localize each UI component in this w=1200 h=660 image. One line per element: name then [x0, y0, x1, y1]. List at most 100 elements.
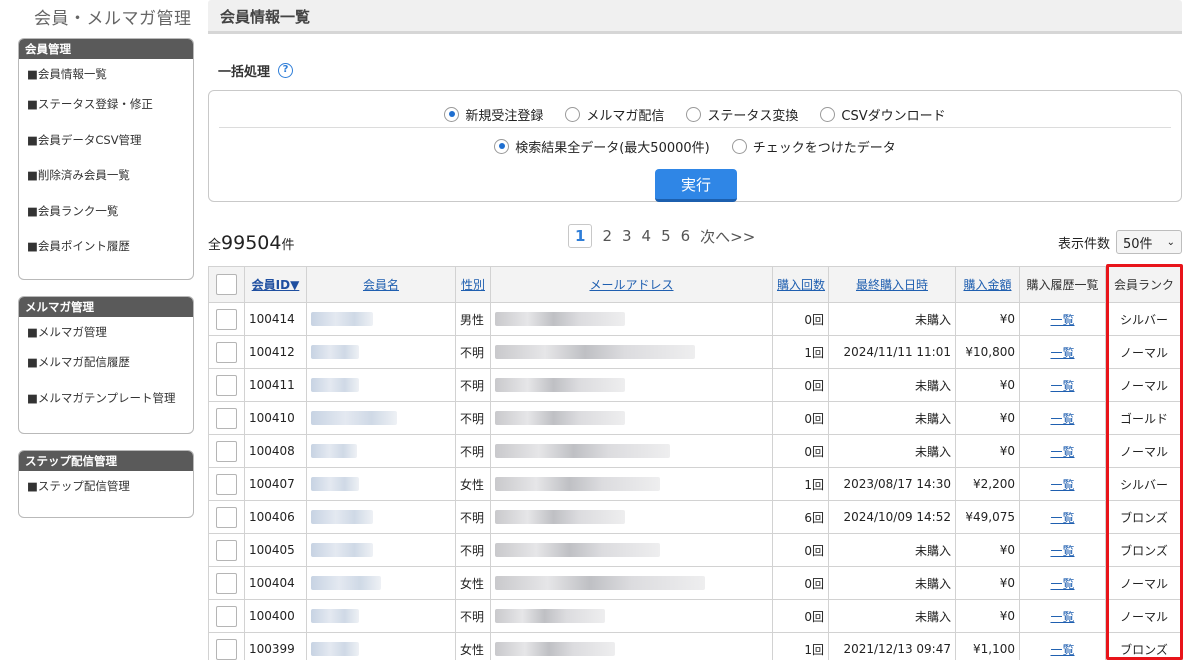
page-next[interactable]: 次へ>> [700, 226, 755, 247]
bulk-label-text: 一括処理 [218, 64, 271, 80]
cell-member-name [306, 302, 456, 336]
row-checkbox-cell [208, 500, 245, 534]
row-checkbox[interactable] [216, 572, 237, 594]
row-checkbox[interactable] [216, 308, 237, 330]
redacted-name [311, 576, 381, 591]
radio-dot[interactable] [686, 106, 702, 122]
col-header-link[interactable]: 性別 [461, 278, 485, 292]
row-checkbox[interactable] [216, 374, 237, 396]
sidebar-item-mailmag[interactable]: ■メルマガ管理 [19, 317, 193, 345]
cell-last-purchase: 2024/11/11 11:01 [828, 335, 956, 369]
radio-dot[interactable] [820, 106, 836, 122]
row-checkbox[interactable] [216, 341, 237, 363]
cell-history: 一覧 [1019, 566, 1106, 600]
cell-amount: ¥2,200 [955, 467, 1020, 501]
cell-rank: ノーマル [1105, 566, 1183, 600]
radio-checked[interactable]: チェックをつけたデータ [731, 137, 896, 156]
cell-gender: 不明 [455, 368, 491, 402]
cell-member-name [306, 533, 456, 567]
page-link[interactable]: 4 [642, 227, 652, 245]
col-gender[interactable]: 性別 [455, 266, 491, 303]
sidebar-item-rank[interactable]: ■会員ランク一覧 [19, 194, 193, 230]
row-checkbox[interactable] [216, 605, 237, 627]
radio-new-order[interactable]: 新規受注登録 [444, 105, 543, 124]
table-row: 100404 女性 0回 未購入 ¥0 一覧 ノーマル [208, 566, 1183, 600]
row-checkbox[interactable] [216, 473, 237, 495]
cell-history: 一覧 [1019, 599, 1106, 633]
radio-dot[interactable] [494, 138, 510, 154]
sidebar-item-step[interactable]: ■ステップ配信管理 [19, 471, 193, 499]
sidebar-item-status[interactable]: ■ステータス登録・修正 [19, 87, 193, 123]
col-member-name[interactable]: 会員名 [306, 266, 456, 303]
col-header-link[interactable]: 最終購入日時 [856, 278, 928, 292]
page-link[interactable]: 5 [661, 227, 671, 245]
cell-email [490, 401, 773, 435]
cell-gender: 男性 [455, 302, 491, 336]
redacted-name [311, 543, 373, 558]
col-amount[interactable]: 購入金額 [955, 266, 1020, 303]
radio-dot[interactable] [444, 106, 460, 122]
page-link[interactable]: 6 [681, 227, 691, 245]
history-link[interactable]: 一覧 [1050, 610, 1074, 624]
history-link[interactable]: 一覧 [1050, 478, 1074, 492]
sidebar-item-mailmag-template[interactable]: ■メルマガテンプレート管理 [19, 381, 193, 417]
sidebar-item-points[interactable]: ■会員ポイント履歴 [19, 229, 193, 265]
page-link[interactable]: 2 [602, 227, 612, 245]
sidebar-item-csv[interactable]: ■会員データCSV管理 [19, 123, 193, 159]
cell-rank: ブロンズ [1105, 533, 1183, 567]
sidebar-item-deleted[interactable]: ■削除済み会員一覧 [19, 158, 193, 194]
radio-dot[interactable] [565, 106, 581, 122]
cell-gender: 女性 [455, 566, 491, 600]
history-link[interactable]: 一覧 [1050, 544, 1074, 558]
radio-dot[interactable] [731, 138, 747, 154]
history-link[interactable]: 一覧 [1050, 379, 1074, 393]
radio-all-results[interactable]: 検索結果全データ(最大50000件) [494, 137, 710, 156]
cell-amount: ¥10,800 [955, 335, 1020, 369]
cell-member-name [306, 566, 456, 600]
history-link[interactable]: 一覧 [1050, 412, 1074, 426]
radio-csv[interactable]: CSVダウンロード [820, 105, 946, 124]
col-purchase-count[interactable]: 購入回数 [772, 266, 829, 303]
row-checkbox[interactable] [216, 539, 237, 561]
radio-status[interactable]: ステータス変換 [686, 105, 798, 124]
per-page-select[interactable]: 50件 ⌄ [1116, 230, 1182, 254]
row-checkbox-cell [208, 599, 245, 633]
redacted-email [495, 543, 660, 558]
col-header-link[interactable]: 購入回数 [777, 278, 825, 292]
cell-purchase-count: 0回 [772, 368, 829, 402]
sidebar-item-member-list[interactable]: ■会員情報一覧 [19, 59, 193, 87]
question-circle-icon[interactable]: ? [278, 62, 294, 78]
redacted-email [495, 510, 625, 525]
radio-label: メルマガ配信 [586, 108, 665, 124]
row-checkbox[interactable] [216, 506, 237, 528]
col-header-link[interactable]: 会員ID▼ [252, 278, 300, 292]
row-checkbox[interactable] [216, 440, 237, 462]
page-link[interactable]: 3 [622, 227, 632, 245]
sidebar-section-mailmag: メルマガ管理 ■メルマガ管理 ■メルマガ配信履歴 ■メルマガテンプレート管理 [18, 296, 194, 434]
cell-rank: ノーマル [1105, 434, 1183, 468]
row-checkbox[interactable] [216, 407, 237, 429]
col-last-purchase[interactable]: 最終購入日時 [828, 266, 956, 303]
cell-history: 一覧 [1019, 467, 1106, 501]
select-all-cell [208, 266, 245, 303]
col-member-id[interactable]: 会員ID▼ [244, 266, 307, 303]
col-header-link[interactable]: メールアドレス [589, 278, 673, 292]
sidebar-item-mailmag-history[interactable]: ■メルマガ配信履歴 [19, 345, 193, 381]
sidebar-section-member: 会員管理 ■会員情報一覧 ■ステータス登録・修正 ■会員データCSV管理 ■削除… [18, 38, 194, 280]
col-header-link[interactable]: 購入金額 [963, 278, 1011, 292]
history-link[interactable]: 一覧 [1050, 313, 1074, 327]
row-checkbox[interactable] [216, 638, 237, 660]
radio-mailmag[interactable]: メルマガ配信 [565, 105, 664, 124]
execute-button[interactable]: 実行 [655, 169, 737, 202]
history-link[interactable]: 一覧 [1050, 445, 1074, 459]
history-link[interactable]: 一覧 [1050, 346, 1074, 360]
redacted-email [495, 642, 615, 657]
cell-member-id: 100405 [244, 533, 307, 567]
select-all-checkbox[interactable] [216, 274, 237, 295]
col-email[interactable]: メールアドレス [490, 266, 773, 303]
col-header-link[interactable]: 会員名 [363, 278, 399, 292]
history-link[interactable]: 一覧 [1050, 511, 1074, 525]
history-link[interactable]: 一覧 [1050, 577, 1074, 591]
history-link[interactable]: 一覧 [1050, 643, 1074, 657]
sidebar-section-step: ステップ配信管理 ■ステップ配信管理 [18, 450, 194, 518]
